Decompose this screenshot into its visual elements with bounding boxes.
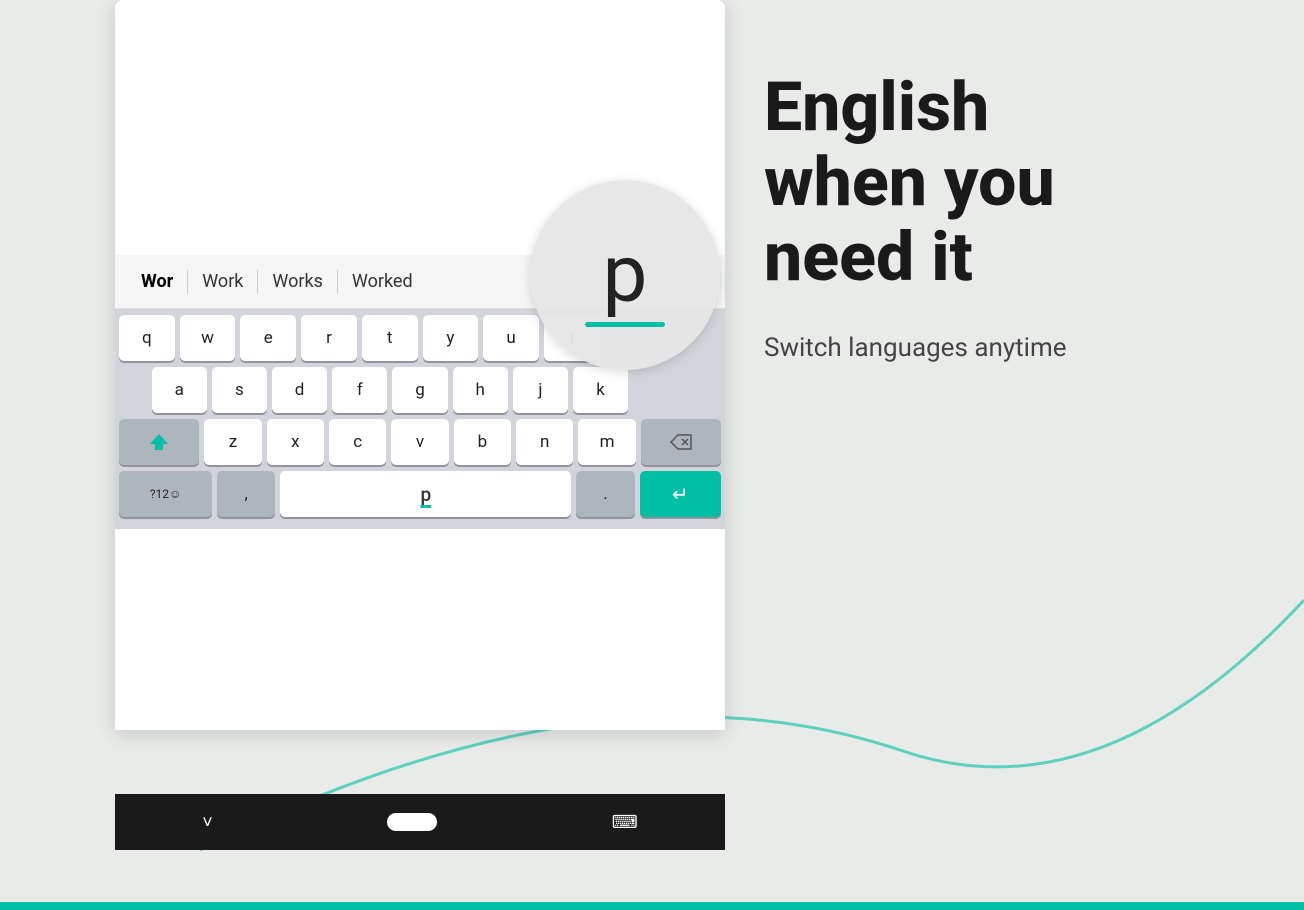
backspace-key[interactable] (641, 419, 721, 465)
key-m[interactable]: m (578, 419, 635, 465)
key-g[interactable]: g (392, 367, 447, 413)
key-f[interactable]: f (332, 367, 387, 413)
key-r[interactable]: r (301, 315, 357, 361)
key-a[interactable]: a (152, 367, 207, 413)
key-e[interactable]: e (240, 315, 296, 361)
navigation-bar: ˅ ⌨ (115, 794, 725, 850)
key-k[interactable]: k (573, 367, 628, 413)
key-u[interactable]: u (483, 315, 539, 361)
key-row-4: ?12☺ , p . ↵ (119, 471, 721, 517)
key-j[interactable]: j (513, 367, 568, 413)
key-z[interactable]: z (204, 419, 261, 465)
key-v[interactable]: v (391, 419, 448, 465)
key-t[interactable]: t (362, 315, 418, 361)
key-d[interactable]: d (272, 367, 327, 413)
space-typed-text: p (420, 483, 431, 506)
headline-line2: when you (764, 142, 1055, 222)
shift-key[interactable] (119, 419, 199, 465)
period-key[interactable]: . (576, 471, 634, 517)
headline-text: English when you need it (764, 70, 1244, 294)
numbers-label: ?12☺ (150, 487, 181, 501)
key-y[interactable]: y (423, 315, 479, 361)
key-b[interactable]: b (454, 419, 511, 465)
enter-key[interactable]: ↵ (640, 471, 721, 517)
nav-back-icon[interactable]: ˅ (202, 812, 213, 833)
key-c[interactable]: c (329, 419, 386, 465)
suggestion-work[interactable]: Work (188, 271, 257, 292)
key-n[interactable]: n (516, 419, 573, 465)
enter-icon: ↵ (672, 482, 689, 506)
phone-mockup: Wor Work Works Worked q w e r t y u i o … (40, 0, 690, 850)
headline-line1: English (764, 67, 989, 147)
subtext: Switch languages anytime (764, 330, 1244, 366)
space-bar[interactable]: p (280, 471, 571, 517)
headline-line3: need it (764, 217, 973, 297)
period-label: . (603, 484, 607, 504)
comma-key[interactable]: , (217, 471, 275, 517)
content-right: English when you need it Switch language… (724, 0, 1304, 910)
key-q[interactable]: q (119, 315, 175, 361)
key-row-3: z x c v b n m (119, 419, 721, 465)
nav-home-button[interactable] (387, 813, 437, 831)
suggestion-wor[interactable]: Wor (127, 271, 187, 292)
key-w[interactable]: w (180, 315, 236, 361)
bottom-teal-bar (0, 902, 1304, 910)
suggestion-worked[interactable]: Worked (338, 271, 427, 292)
suggestion-works[interactable]: Works (258, 271, 336, 292)
nav-keyboard-icon[interactable]: ⌨ (612, 812, 638, 833)
key-h[interactable]: h (453, 367, 508, 413)
popup-underline (585, 322, 665, 327)
comma-label: , (245, 484, 248, 504)
numbers-key[interactable]: ?12☺ (119, 471, 212, 517)
key-s[interactable]: s (212, 367, 267, 413)
popup-letter: p (603, 234, 648, 314)
key-popup-bubble: p (530, 180, 720, 370)
key-row-2: a s d f g h j k l (119, 367, 721, 413)
key-x[interactable]: x (267, 419, 324, 465)
shift-arrow-icon (148, 431, 170, 453)
